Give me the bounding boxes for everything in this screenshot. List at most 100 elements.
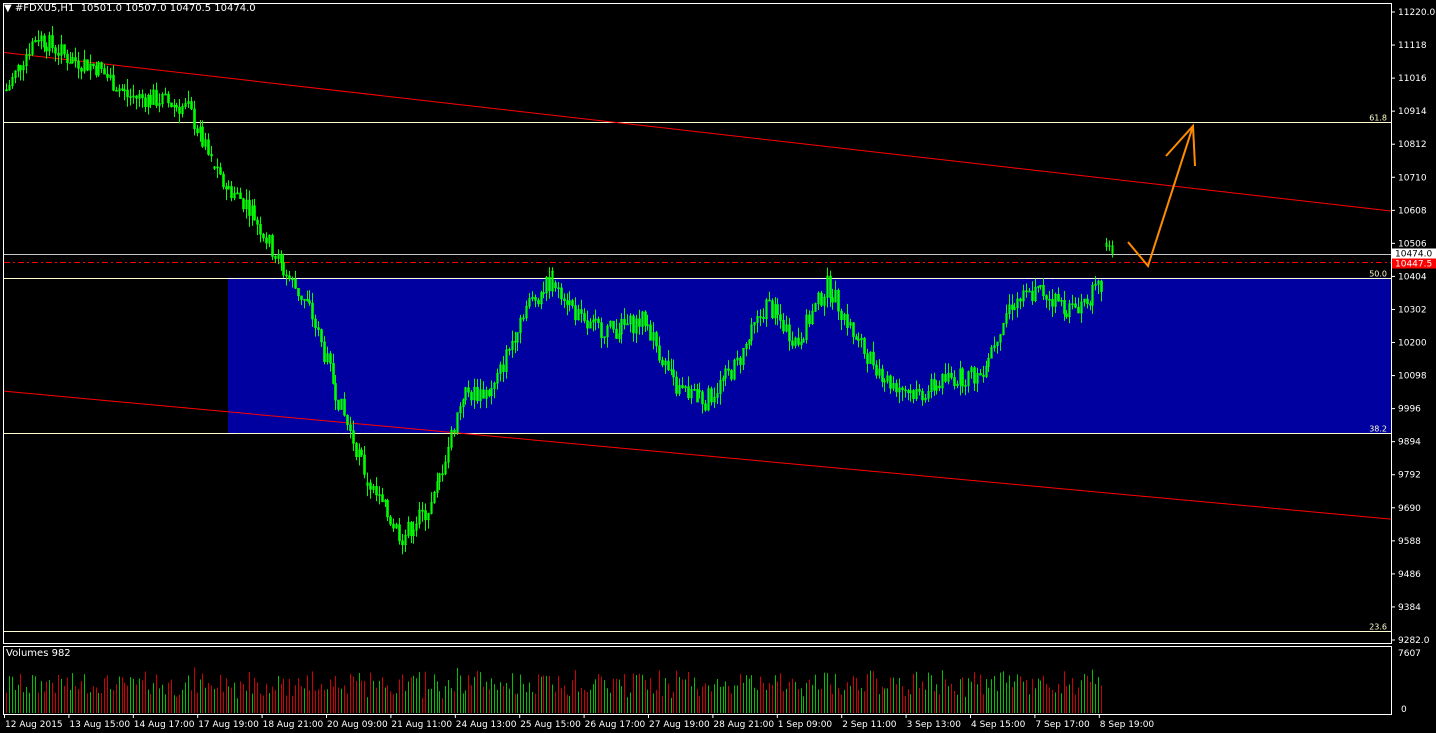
candle-body xyxy=(196,128,199,134)
candle-body xyxy=(791,340,794,346)
candle-body xyxy=(1108,245,1111,247)
candle-body xyxy=(63,44,66,55)
candle-body xyxy=(337,399,340,410)
candle-body xyxy=(297,287,300,297)
candle-body xyxy=(482,389,485,399)
candle-body xyxy=(92,63,95,67)
candle-body xyxy=(852,322,855,337)
candle-body xyxy=(288,275,291,280)
candle-body xyxy=(687,386,690,399)
price-tick-label: 11016 xyxy=(1398,74,1427,84)
price-tick-label: 9690 xyxy=(1398,504,1421,514)
time-label: 4 Sep 15:00 xyxy=(971,720,1026,730)
candle-body xyxy=(392,523,395,529)
candle-body xyxy=(175,104,178,108)
candle-body xyxy=(779,314,782,321)
candle-body xyxy=(1051,299,1054,307)
candle-body xyxy=(190,101,193,110)
price-tick-label: 10098 xyxy=(1398,372,1427,382)
candle-body xyxy=(655,332,658,347)
time-label: 27 Aug 19:00 xyxy=(649,720,710,730)
price-tick-label: 10710 xyxy=(1398,173,1427,183)
price-tick-label: 11220.0 xyxy=(1398,8,1435,18)
candle-body xyxy=(574,305,577,321)
chart-header: ▼ #FDXU5,H1 10501.0 10507.0 10470.5 1047… xyxy=(4,3,256,14)
candle-body xyxy=(672,369,675,378)
candle-body xyxy=(121,88,124,91)
time-label: 7 Sep 17:00 xyxy=(1035,720,1090,730)
candle-body xyxy=(51,35,54,48)
candle-body xyxy=(944,374,947,382)
candle-body xyxy=(343,398,346,416)
candle-body xyxy=(982,374,985,377)
candle-body xyxy=(1105,242,1108,247)
dropdown-triangle-icon[interactable]: ▼ xyxy=(4,3,12,14)
candle-body xyxy=(600,322,603,338)
candle-body xyxy=(701,391,704,405)
candle-body xyxy=(1042,285,1045,296)
candle-body xyxy=(467,387,470,393)
candle-body xyxy=(100,62,103,69)
candle-body xyxy=(548,277,551,292)
time-label: 12 Aug 2015 xyxy=(5,720,63,730)
candle-body xyxy=(1025,290,1028,293)
candle-body xyxy=(112,74,115,91)
candle-body xyxy=(334,383,337,401)
candle-body xyxy=(123,89,126,92)
time-label: 2 Sep 11:00 xyxy=(842,720,897,730)
candle-body xyxy=(681,385,684,389)
candle-body xyxy=(632,315,635,334)
time-label: 1 Sep 09:00 xyxy=(778,720,833,730)
candle-body xyxy=(615,328,618,339)
price-tick-label: 9588 xyxy=(1398,537,1421,547)
candle-body xyxy=(768,299,771,302)
sell-price-tag-label: 10447.5 xyxy=(1395,260,1432,270)
price-chart[interactable]: 61.8 50.0 38.2 23.6 11220.0 11118 11016 10914 1… xyxy=(0,0,1436,733)
candle-body xyxy=(644,311,647,326)
time-label: 25 Aug 15:00 xyxy=(520,720,581,730)
candle-body xyxy=(210,154,213,157)
candle-body xyxy=(597,318,600,323)
candle-body xyxy=(953,377,956,386)
candle-body xyxy=(239,192,242,200)
candle-body xyxy=(19,65,22,71)
range-zone[interactable] xyxy=(228,277,1391,434)
price-tick-label: 10608 xyxy=(1398,206,1427,216)
candle-body xyxy=(973,367,976,384)
candle-body xyxy=(95,65,98,76)
candle-body xyxy=(788,324,791,342)
candle-body xyxy=(74,57,77,62)
candle-body xyxy=(904,389,907,392)
symbol-label: #FDXU5,H1 xyxy=(14,3,75,14)
ohlc-values: 10501.0 10507.0 10470.5 10474.0 xyxy=(80,3,256,14)
time-label: 14 Aug 17:00 xyxy=(134,720,195,730)
price-tick-label: 9792 xyxy=(1398,471,1421,481)
candle-body xyxy=(542,292,545,294)
candle-body xyxy=(375,486,378,496)
volume-min-label: 0 xyxy=(1401,705,1407,715)
candle-body xyxy=(346,414,349,426)
time-label: 21 Aug 11:00 xyxy=(391,720,452,730)
candle-body xyxy=(704,403,707,411)
candle-body xyxy=(762,317,765,320)
candle-body xyxy=(710,388,713,403)
volume-title: Volumes 982 xyxy=(6,648,71,659)
candle-body xyxy=(571,300,574,306)
candle-body xyxy=(149,94,152,105)
candle-body xyxy=(820,292,823,306)
fib-level-label: 61.8 xyxy=(1369,114,1387,123)
candle-body xyxy=(863,337,866,354)
candle-body xyxy=(837,290,840,312)
candle-body xyxy=(167,93,170,104)
candle-body xyxy=(291,278,294,281)
candle-body xyxy=(961,368,964,387)
candle-body xyxy=(623,319,626,325)
candle-body xyxy=(580,309,583,314)
candle-body xyxy=(424,510,427,521)
candle-body xyxy=(282,262,285,276)
candle-body xyxy=(242,198,245,210)
candle-body xyxy=(332,363,335,384)
price-tick-label: 9894 xyxy=(1398,438,1421,448)
candle-body xyxy=(938,385,941,389)
candle-body xyxy=(262,233,265,239)
